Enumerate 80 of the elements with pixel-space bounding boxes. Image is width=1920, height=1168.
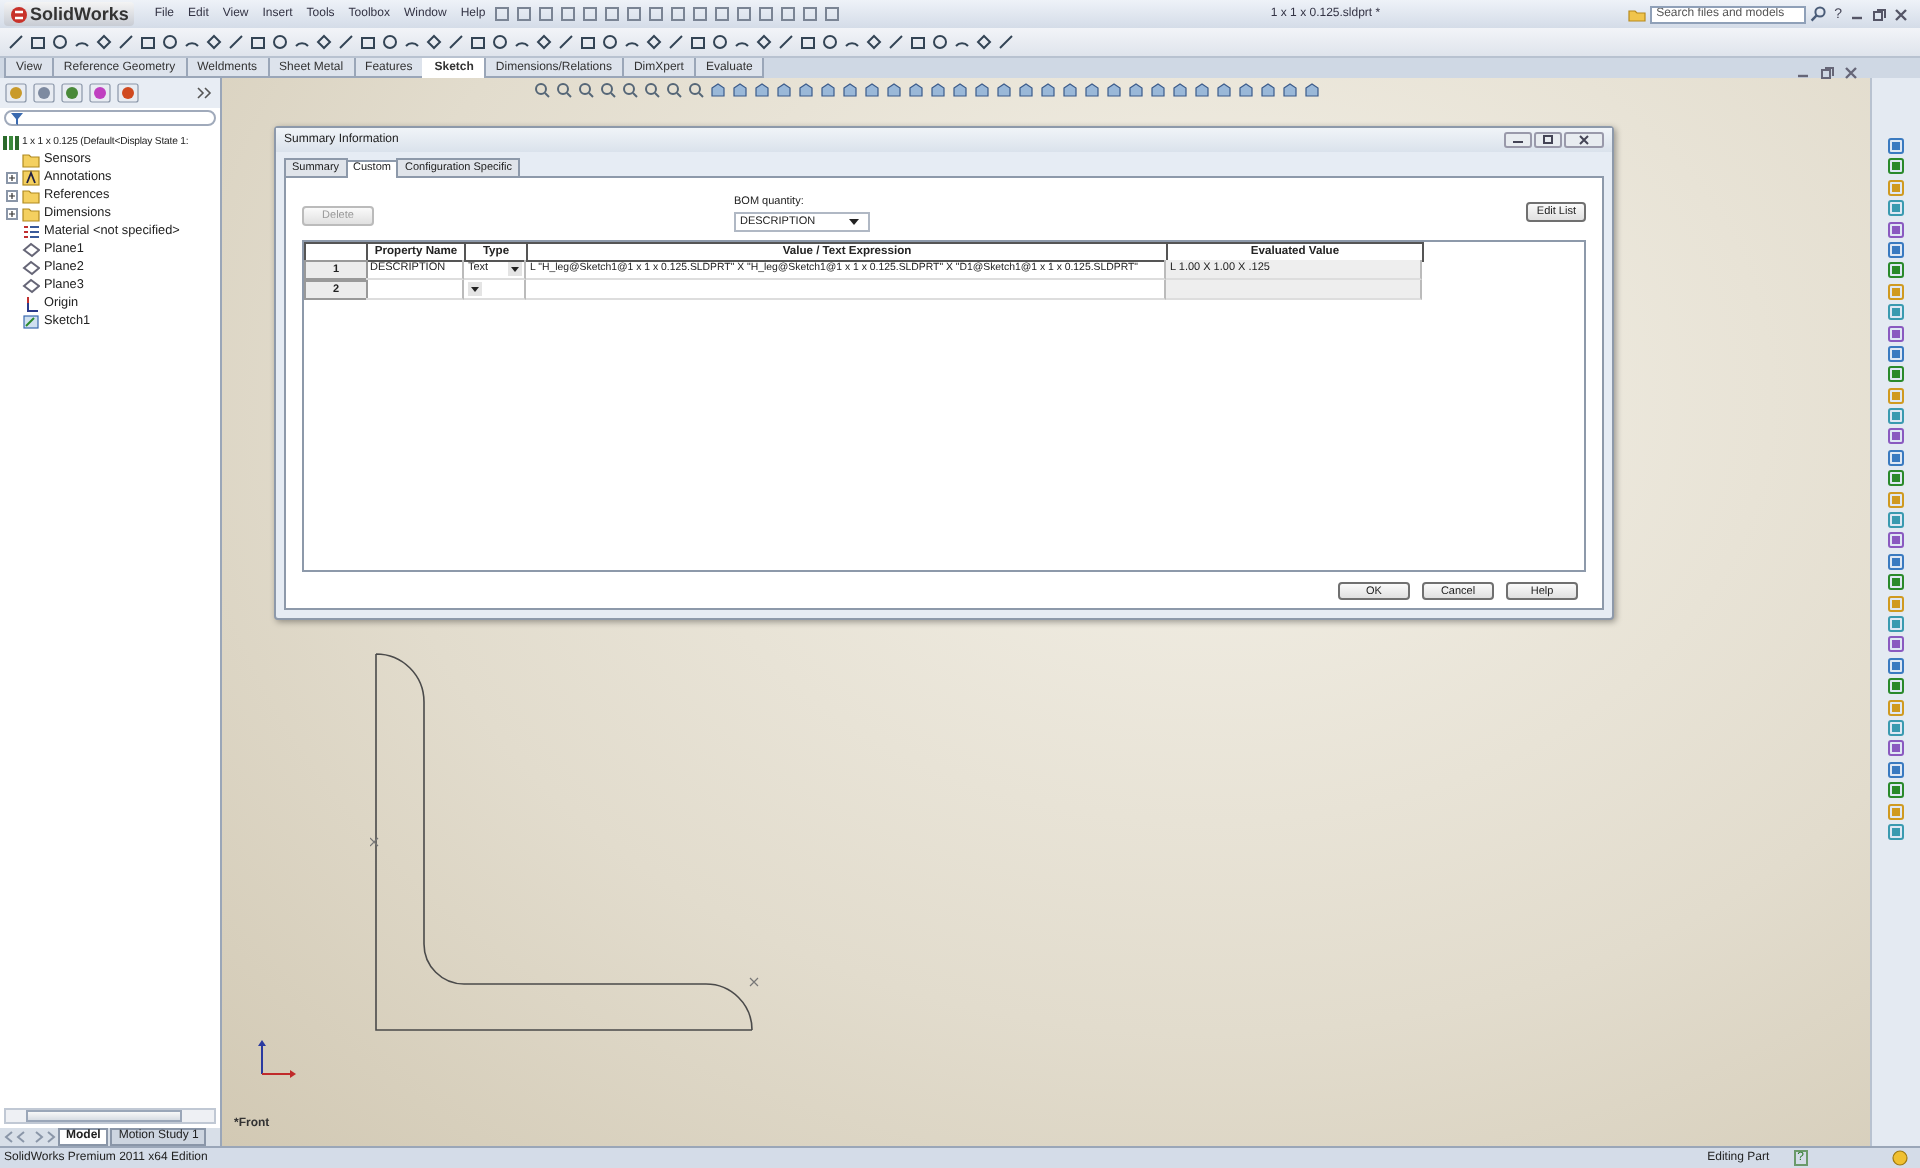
rectangle-icon[interactable] xyxy=(580,34,596,50)
circle-icon[interactable] xyxy=(492,34,508,50)
circle-icon[interactable] xyxy=(712,34,728,50)
diamond-icon[interactable] xyxy=(206,34,222,50)
panel-tab-icon[interactable] xyxy=(116,82,140,104)
zoom-icon[interactable] xyxy=(599,82,615,98)
search-icon xyxy=(1810,6,1827,22)
close-icon[interactable] xyxy=(1564,132,1604,148)
panel-tab-icon[interactable] xyxy=(32,82,56,104)
rectangle-icon[interactable] xyxy=(30,34,46,50)
minimize-icon[interactable] xyxy=(1504,132,1532,148)
diamond-icon[interactable] xyxy=(316,34,332,50)
circle-icon[interactable] xyxy=(382,34,398,50)
rectangle-icon[interactable] xyxy=(910,34,926,50)
dropdown-arrow-icon[interactable] xyxy=(508,262,522,276)
diamond-icon[interactable] xyxy=(756,34,772,50)
axis-triad-icon xyxy=(254,1038,298,1082)
diamond-icon[interactable] xyxy=(96,34,112,50)
rectangle-icon[interactable] xyxy=(800,34,816,50)
line-icon[interactable] xyxy=(228,34,244,50)
close-icon[interactable] xyxy=(1844,66,1858,80)
diamond-icon[interactable] xyxy=(646,34,662,50)
restore-icon[interactable] xyxy=(1872,7,1886,21)
caret-icon xyxy=(848,218,860,226)
line-icon[interactable] xyxy=(558,34,574,50)
circle-icon[interactable] xyxy=(822,34,838,50)
line-icon[interactable] xyxy=(8,34,24,50)
logo-icon xyxy=(10,5,28,23)
folder-icon xyxy=(22,151,40,167)
panel-tab-icon[interactable] xyxy=(60,82,84,104)
expand-icon[interactable] xyxy=(196,86,212,100)
app-logo: SolidWorks xyxy=(30,4,129,24)
line-icon[interactable] xyxy=(668,34,684,50)
close-icon[interactable] xyxy=(1894,7,1908,21)
line-icon[interactable] xyxy=(888,34,904,50)
zoom-icon[interactable] xyxy=(533,82,549,98)
expand-plus-icon[interactable] xyxy=(6,189,18,201)
zoom-icon[interactable] xyxy=(687,82,703,98)
zoom-icon[interactable] xyxy=(621,82,637,98)
line-icon[interactable] xyxy=(118,34,134,50)
material-icon xyxy=(22,223,40,239)
line-icon[interactable] xyxy=(338,34,354,50)
annotation-icon xyxy=(22,169,40,185)
circle-icon[interactable] xyxy=(272,34,288,50)
table-cell[interactable] xyxy=(526,280,1166,300)
zoom-icon[interactable] xyxy=(555,82,571,98)
zoom-icon[interactable] xyxy=(643,82,659,98)
zoom-icon[interactable] xyxy=(577,82,593,98)
rectangle-icon[interactable] xyxy=(690,34,706,50)
maximize-icon[interactable] xyxy=(1534,132,1562,148)
panel-tab-icon[interactable] xyxy=(88,82,112,104)
part-icon xyxy=(2,133,20,149)
table-cell[interactable] xyxy=(366,280,464,300)
rectangle-icon[interactable] xyxy=(140,34,156,50)
rectangle-icon[interactable] xyxy=(470,34,486,50)
origin-icon xyxy=(22,295,40,311)
line-icon[interactable] xyxy=(998,34,1014,50)
line-icon[interactable] xyxy=(778,34,794,50)
diamond-icon[interactable] xyxy=(536,34,552,50)
sketch-icon xyxy=(22,313,40,329)
rectangle-icon[interactable] xyxy=(360,34,376,50)
rebuild-icon xyxy=(1892,1150,1908,1166)
rectangle-icon[interactable] xyxy=(250,34,266,50)
diamond-icon[interactable] xyxy=(976,34,992,50)
circle-icon[interactable] xyxy=(602,34,618,50)
expand-plus-icon[interactable] xyxy=(6,171,18,183)
circle-icon[interactable] xyxy=(52,34,68,50)
diamond-icon[interactable] xyxy=(866,34,882,50)
diamond-icon[interactable] xyxy=(426,34,442,50)
scroll-thumb[interactable] xyxy=(26,1110,182,1122)
expand-plus-icon[interactable] xyxy=(6,207,18,219)
circle-icon[interactable] xyxy=(162,34,178,50)
filter-field[interactable] xyxy=(4,110,216,126)
line-icon[interactable] xyxy=(448,34,464,50)
folder-icon xyxy=(1628,7,1647,21)
circle-icon[interactable] xyxy=(932,34,948,50)
restore-icon[interactable] xyxy=(1820,66,1834,80)
zoom-icon[interactable] xyxy=(665,82,681,98)
horizontal-scrollbar[interactable] xyxy=(4,1108,216,1124)
dropdown-arrow-icon[interactable] xyxy=(468,282,482,296)
